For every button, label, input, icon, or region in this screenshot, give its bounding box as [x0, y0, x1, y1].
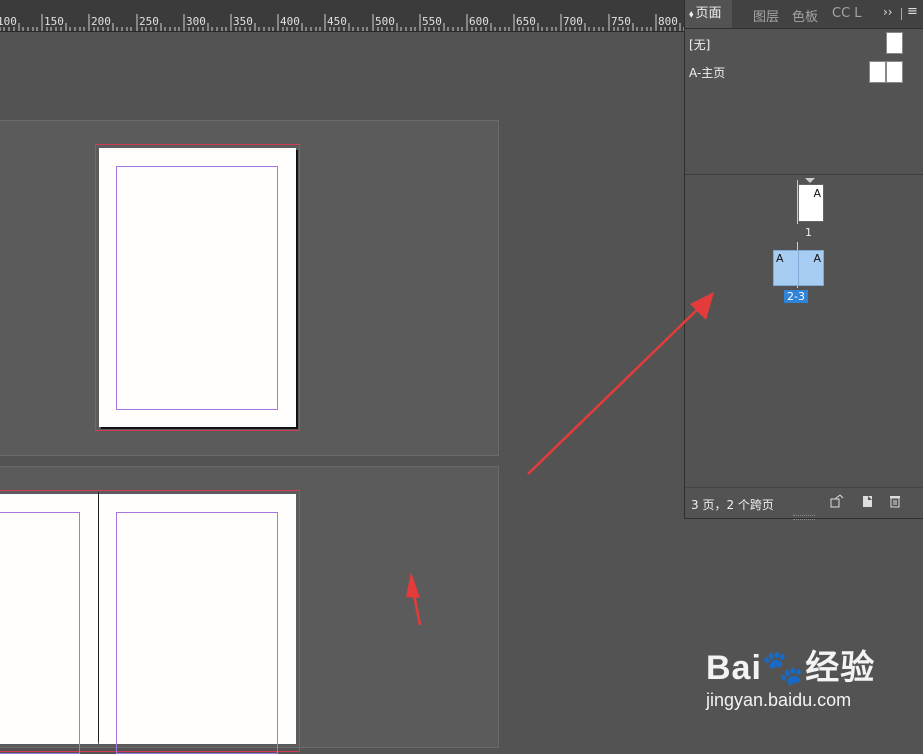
master-a-label: A-主页: [689, 66, 726, 80]
ruler-label: 800: [658, 15, 678, 28]
watermark-url: jingyan.baidu.com: [706, 690, 852, 710]
ruler-label: 400: [280, 15, 300, 28]
page-3-thumbnail[interactable]: A: [798, 250, 824, 286]
ruler-label: 750: [611, 15, 631, 28]
panel-divider[interactable]: [685, 174, 923, 175]
panel-resize-grip[interactable]: [793, 515, 815, 520]
ruler-label: 450: [327, 15, 347, 28]
panel-footer: 3 页，2 个跨页: [685, 487, 923, 518]
master-none[interactable]: [无]: [689, 36, 710, 53]
watermark-logo: Bai🐾经验: [706, 649, 876, 687]
double-chevron-right-icon[interactable]: ››: [883, 5, 893, 19]
ruler-label: 200: [91, 15, 111, 28]
page-1-number: 1: [805, 226, 812, 239]
page-2-master-letter: A: [776, 252, 784, 265]
master-none-label: [无]: [689, 38, 711, 52]
page-2-margin: [0, 512, 80, 754]
master-a[interactable]: A-主页: [689, 64, 725, 81]
page-1-thumbnail[interactable]: A: [798, 184, 824, 222]
page-count-status: 3 页，2 个跨页: [691, 498, 774, 512]
hamburger-menu-icon[interactable]: ≡: [907, 4, 918, 19]
ruler-label: 500: [375, 15, 395, 28]
ruler-label: 150: [44, 15, 64, 28]
delete-page-icon[interactable]: [888, 494, 902, 508]
master-a-right-thumbnail[interactable]: [886, 61, 903, 83]
spine-line: [98, 492, 99, 742]
tab-cc-libraries[interactable]: CC L: [832, 6, 862, 21]
spread-start-marker-icon: [805, 178, 815, 183]
document-canvas[interactable]: [0, 31, 684, 754]
page-1-master-letter: A: [813, 187, 821, 200]
ruler-label: 350: [233, 15, 253, 28]
ruler-label: 700: [563, 15, 583, 28]
panel-tab-bar: ⬧ 页面 图层 色板 CC L ›› ≡: [685, 0, 923, 29]
ruler-label: 250: [139, 15, 159, 28]
tab-pages[interactable]: ⬧ 页面: [685, 0, 732, 28]
page-1-margin: [116, 166, 278, 410]
page-2-thumbnail[interactable]: A: [773, 250, 799, 286]
master-a-left-thumbnail[interactable]: [869, 61, 886, 83]
edit-page-size-icon[interactable]: [830, 494, 844, 508]
tab-layers[interactable]: 图层: [753, 6, 779, 25]
horizontal-ruler[interactable]: 100 150 200 250 300 350 400 450 500 550 600 650 700 7…: [0, 0, 684, 32]
ruler-label: 100: [0, 15, 17, 28]
ruler-label: 600: [469, 15, 489, 28]
new-page-icon[interactable]: [860, 494, 874, 508]
page-3-margin: [116, 512, 278, 754]
panel-separator: [901, 8, 902, 20]
master-none-thumbnail[interactable]: [886, 32, 903, 54]
spread-2-3-number[interactable]: 2-3: [784, 290, 808, 303]
tab-swatches[interactable]: 色板: [792, 6, 818, 25]
baidu-jingyan-watermark: Bai🐾经验 jingyan.baidu.com: [706, 640, 876, 710]
pages-panel[interactable]: ⬧ 页面 图层 色板 CC L ›› ≡ [无] A-主页 A 1 A A 2-3…: [684, 0, 923, 520]
tab-pages-label: 页面: [695, 6, 722, 21]
collapse-chevron-icon: ⬧: [689, 9, 694, 20]
ruler-label: 550: [422, 15, 442, 28]
ruler-label: 300: [186, 15, 206, 28]
ruler-label: 650: [516, 15, 536, 28]
page-3-master-letter: A: [813, 252, 821, 265]
